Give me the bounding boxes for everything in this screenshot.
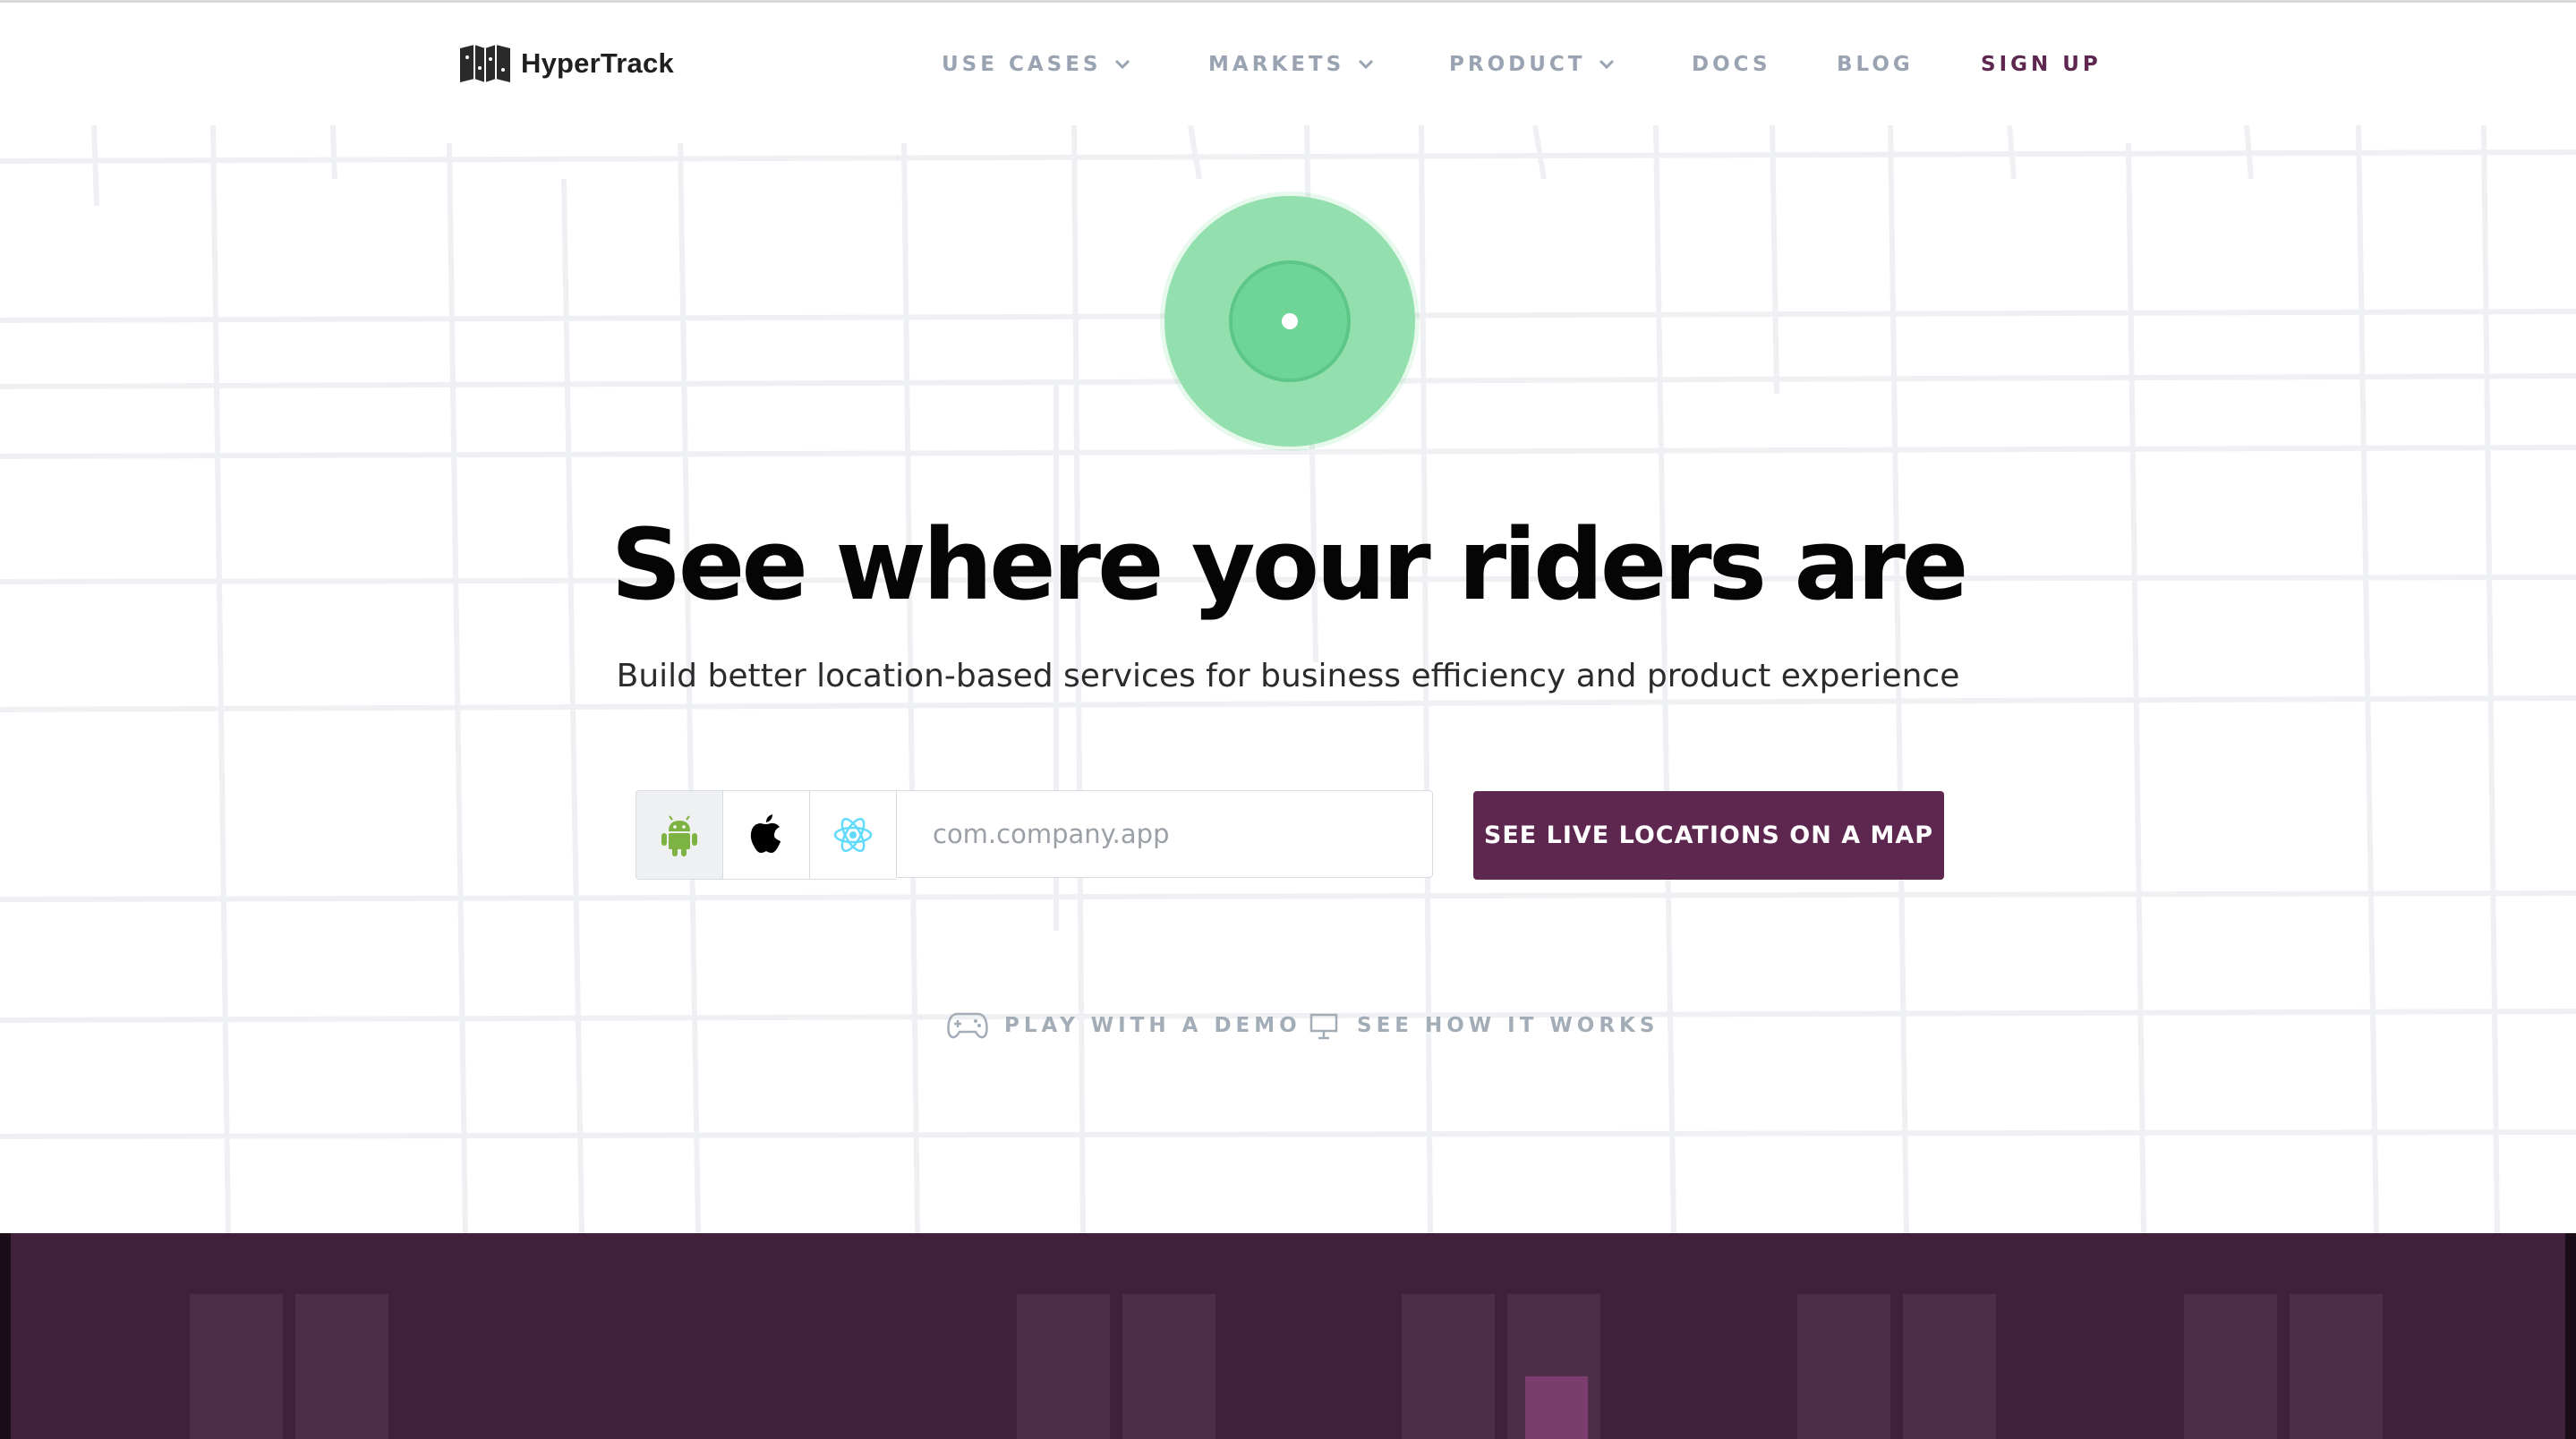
nav-docs-label: DOCS bbox=[1692, 53, 1771, 76]
decorative-highlight-block bbox=[1525, 1376, 1588, 1439]
nav-blog[interactable]: BLOG bbox=[1837, 51, 1914, 78]
play-demo-label: PLAY WITH A DEMO bbox=[1004, 1014, 1301, 1037]
decorative-block bbox=[295, 1294, 388, 1439]
app-id-input[interactable] bbox=[896, 790, 1433, 878]
band-right-edge bbox=[2565, 1233, 2576, 1439]
platform-selector bbox=[635, 790, 1433, 880]
chevron-down-icon bbox=[1599, 59, 1615, 70]
see-live-locations-button[interactable]: SEE LIVE LOCATIONS ON A MAP bbox=[1473, 791, 1944, 880]
band-left-edge bbox=[0, 1233, 11, 1439]
decorative-block bbox=[1122, 1294, 1215, 1439]
how-it-works-label: SEE HOW IT WORKS bbox=[1357, 1014, 1659, 1037]
map-logo-icon bbox=[460, 45, 510, 82]
play-demo-link[interactable]: PLAY WITH A DEMO bbox=[947, 1008, 1301, 1043]
android-icon bbox=[661, 815, 697, 856]
hero-subtitle: Build better location-based services for… bbox=[616, 658, 1960, 694]
nav-sign-up-label: SIGN UP bbox=[1981, 53, 2102, 76]
platform-android-button[interactable] bbox=[635, 790, 722, 880]
decorative-block bbox=[1797, 1294, 1890, 1439]
gamepad-icon bbox=[947, 1012, 988, 1039]
logo[interactable]: HyperTrack bbox=[458, 41, 674, 86]
decorative-block bbox=[1017, 1294, 1110, 1439]
nav-blog-label: BLOG bbox=[1837, 53, 1914, 76]
react-icon bbox=[833, 817, 873, 853]
hero-title: See where your riders are bbox=[610, 507, 1969, 622]
nav-sign-up[interactable]: SIGN UP bbox=[1981, 51, 2102, 78]
nav-use-cases[interactable]: USE CASES bbox=[942, 51, 1131, 78]
nav-product[interactable]: PRODUCT bbox=[1449, 51, 1616, 78]
decorative-block bbox=[1903, 1294, 1996, 1439]
nav-product-label: PRODUCT bbox=[1449, 53, 1586, 76]
platform-ios-button[interactable] bbox=[722, 790, 809, 880]
site-header: HyperTrack USE CASES MARKETS PRODUCT DOC… bbox=[0, 3, 2576, 124]
nav-use-cases-label: USE CASES bbox=[942, 53, 1102, 76]
decorative-block bbox=[2184, 1294, 2277, 1439]
nav-markets-label: MARKETS bbox=[1208, 53, 1345, 76]
how-it-works-link[interactable]: SEE HOW IT WORKS bbox=[1309, 1008, 1659, 1043]
presentation-icon bbox=[1309, 1013, 1338, 1040]
decorative-block bbox=[1402, 1294, 1495, 1439]
apple-icon bbox=[750, 814, 780, 853]
chevron-down-icon bbox=[1359, 59, 1374, 70]
brand-name: HyperTrack bbox=[521, 47, 674, 79]
nav-docs[interactable]: DOCS bbox=[1692, 51, 1771, 78]
decorative-block bbox=[2290, 1294, 2383, 1439]
nav-markets[interactable]: MARKETS bbox=[1208, 51, 1375, 78]
location-pulse-icon bbox=[1160, 192, 1420, 451]
platform-react-native-button[interactable] bbox=[809, 790, 896, 880]
chevron-down-icon bbox=[1115, 59, 1130, 70]
decorative-block bbox=[190, 1294, 283, 1439]
